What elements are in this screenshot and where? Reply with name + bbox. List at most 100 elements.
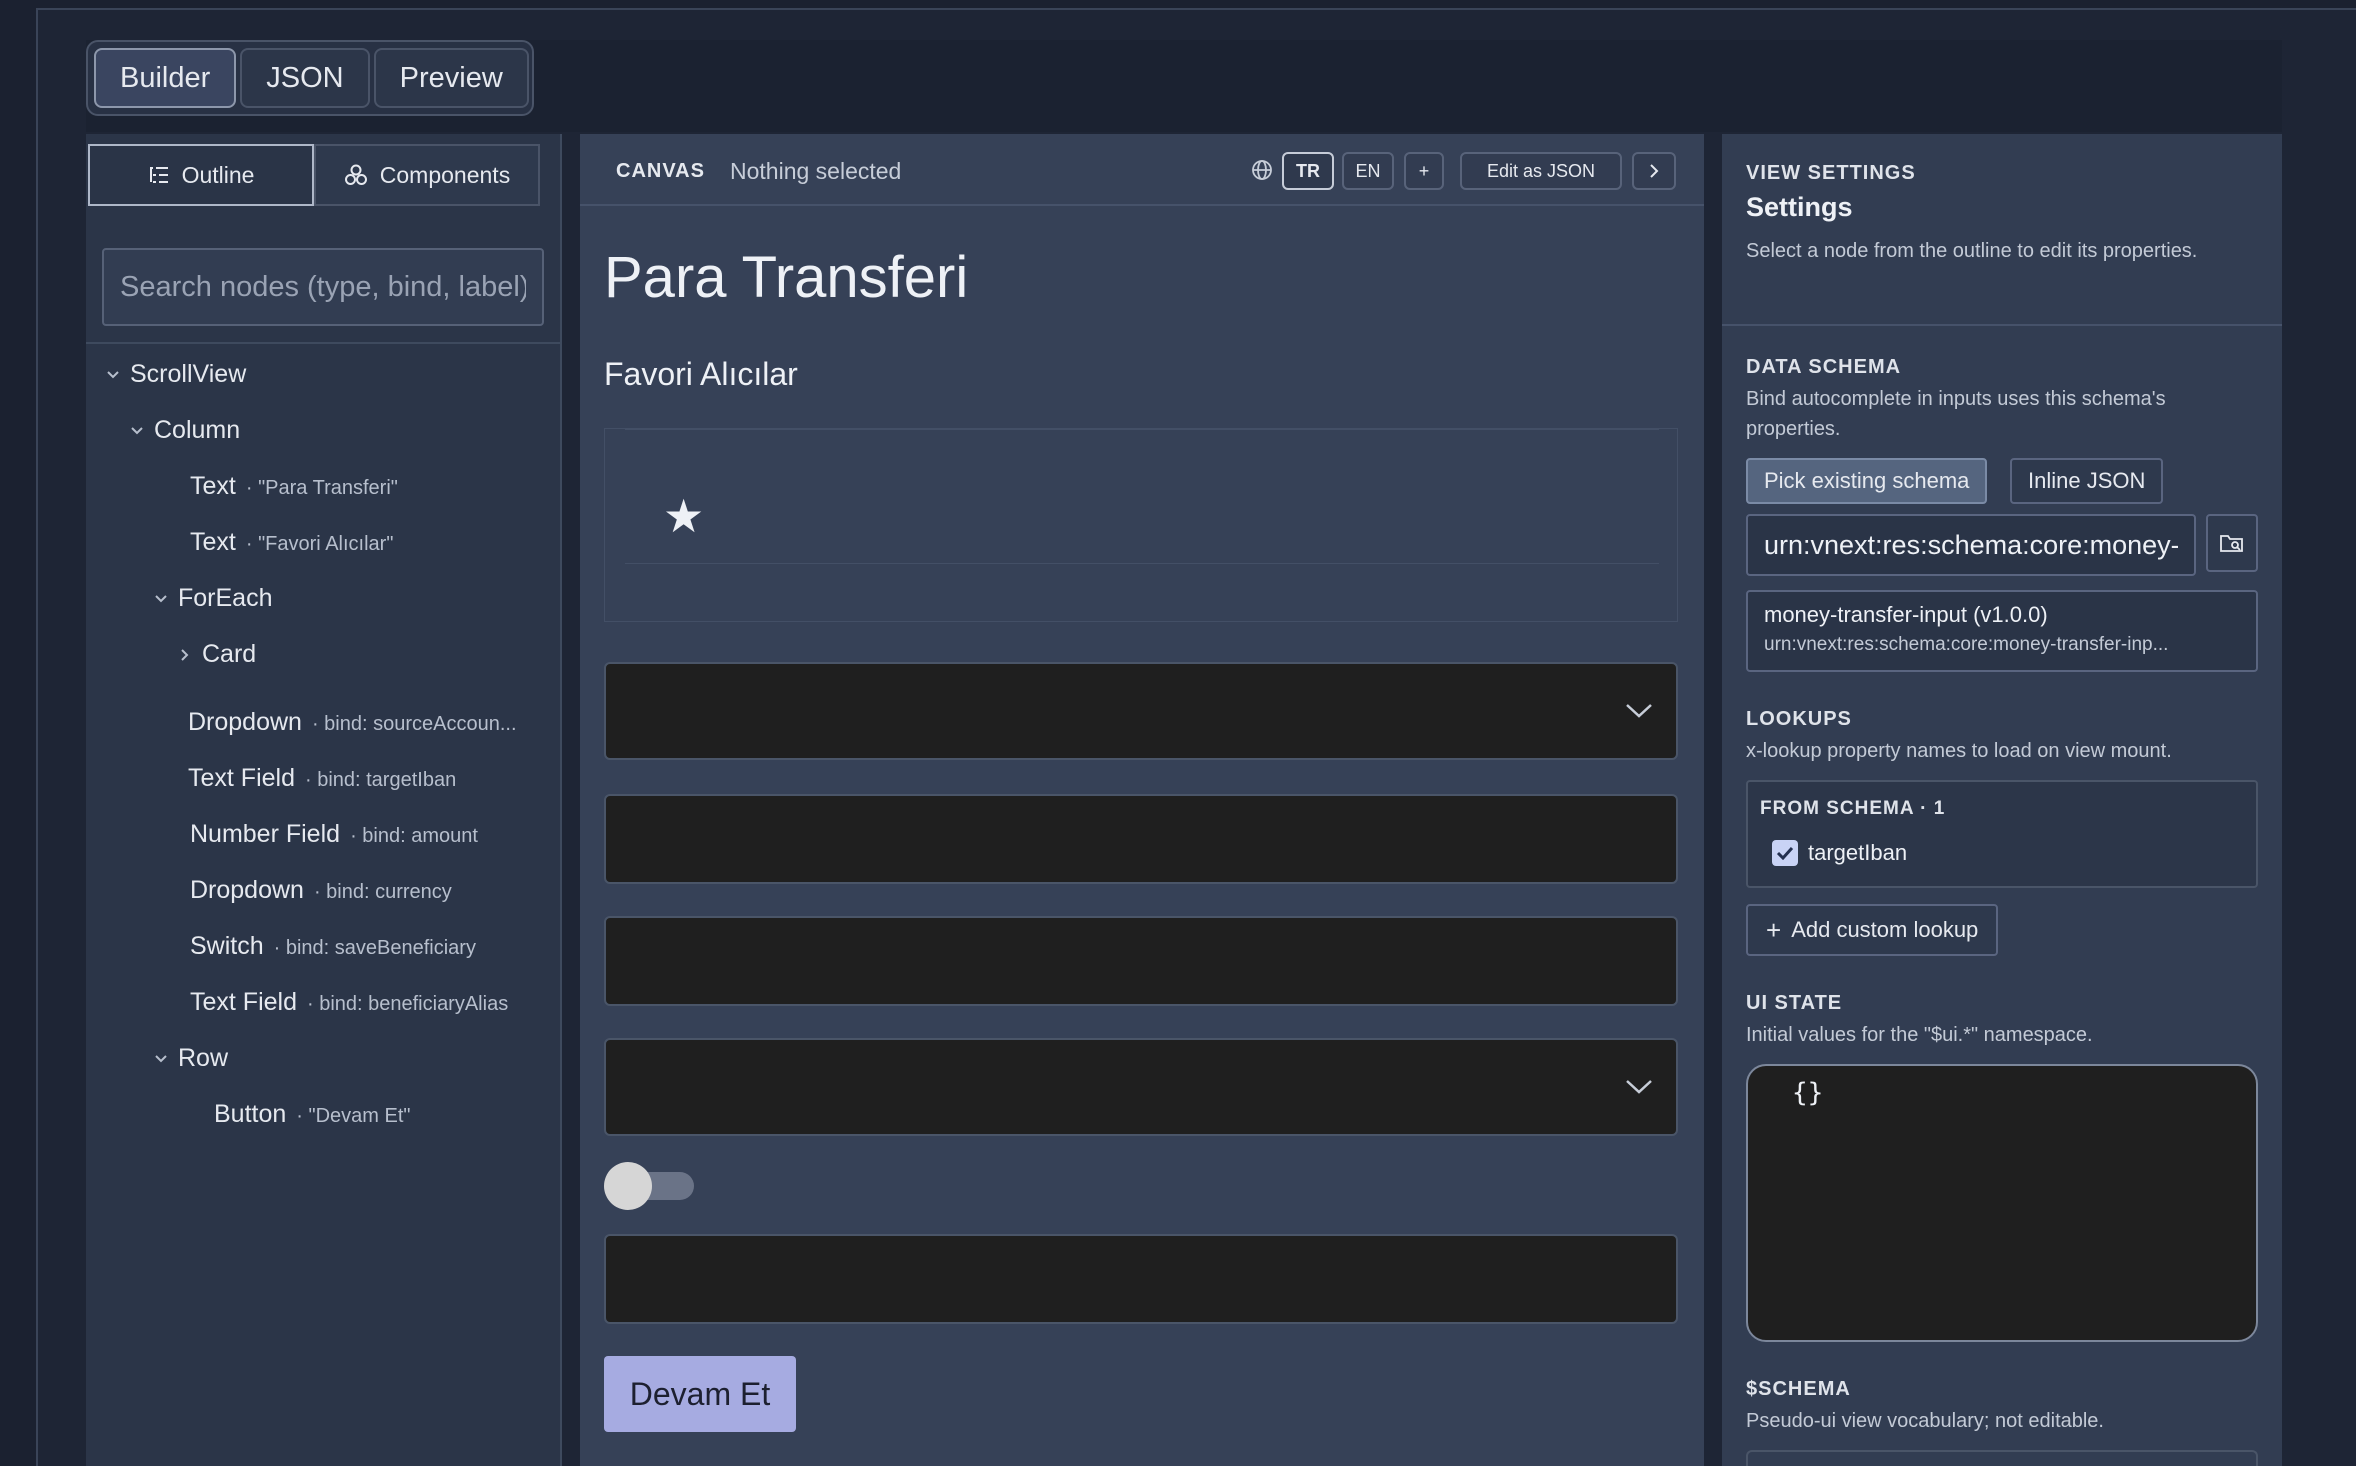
mode-switcher: Builder JSON Preview	[86, 40, 534, 116]
tree-node-type: Switch	[190, 932, 264, 960]
tree-node-scrollview[interactable]: ScrollView	[106, 360, 246, 389]
tree-node-textfield-alias[interactable]: Text Field · bind: beneficiaryAlias	[190, 988, 508, 1017]
tree-node-type: ForEach	[178, 584, 273, 612]
folder-search-icon	[2220, 535, 2243, 552]
tree-node-meta: · bind: currency	[313, 881, 452, 903]
pick-existing-schema-button[interactable]: Pick existing schema	[1746, 458, 1988, 504]
outline-icon	[149, 167, 168, 183]
data-schema-label: DATA SCHEMA	[1746, 356, 1902, 378]
chevron-down-icon[interactable]	[154, 1052, 168, 1066]
mode-json-button[interactable]: JSON	[240, 48, 370, 108]
add-custom-lookup-button[interactable]: + Add custom lookup	[1746, 904, 1999, 956]
schema-suggestion[interactable]: money-transfer-input (v1.0.0) urn:vnext:…	[1746, 590, 2258, 672]
tree-node-meta: · bind: amount	[350, 825, 478, 847]
tree-node-row[interactable]: Row	[154, 1044, 228, 1073]
schema-vocab-box	[1746, 1450, 2258, 1466]
add-custom-lookup-label: Add custom lookup	[1791, 917, 1979, 942]
tree-node-textfield-iban[interactable]: Text Field · bind: targetIban	[188, 764, 456, 793]
divider	[625, 563, 1659, 564]
chevron-right-icon[interactable]	[178, 648, 192, 662]
chevron-down-icon[interactable]	[130, 424, 144, 438]
target-iban-field[interactable]	[604, 794, 1678, 884]
section-subtitle: Favori Alıcılar	[604, 356, 798, 392]
tab-outline[interactable]: Outline	[88, 144, 314, 206]
lookup-checkbox[interactable]	[1772, 840, 1798, 866]
tree-node-type: Number Field	[190, 820, 341, 848]
tree-node-column[interactable]: Column	[130, 416, 240, 445]
edit-as-json-button[interactable]: Edit as JSON	[1460, 152, 1622, 190]
chevron-right-icon	[1650, 164, 1659, 178]
lookup-item-label: targetIban	[1808, 840, 1908, 865]
mode-builder-button[interactable]: Builder	[94, 48, 237, 108]
search-nodes-input[interactable]	[102, 248, 544, 326]
lang-tr-button[interactable]: TR	[1282, 152, 1334, 190]
schema-urn-input[interactable]	[1746, 514, 2196, 576]
amount-field[interactable]	[604, 916, 1678, 1006]
schema-vocab-label: $SCHEMA	[1746, 1378, 1851, 1400]
selection-status: Nothing selected	[730, 158, 902, 184]
divider	[1722, 324, 2282, 326]
tree-node-dropdown-source[interactable]: Dropdown · bind: sourceAccoun...	[188, 708, 517, 737]
tree-node-meta: · "Devam Et"	[296, 1105, 411, 1127]
lookups-list: FROM SCHEMA · 1 targetIban	[1746, 780, 2258, 888]
tree-node-meta: · bind: saveBeneficiary	[273, 937, 476, 959]
continue-button[interactable]: Devam Et	[604, 1356, 796, 1432]
settings-panel: VIEW SETTINGS Settings Select a node fro…	[1722, 134, 2282, 1466]
add-lang-button[interactable]: +	[1404, 152, 1444, 190]
settings-description: Select a node from the outline to edit i…	[1746, 240, 2198, 262]
divider	[86, 342, 560, 344]
check-icon	[1776, 846, 1794, 860]
page-title: Para Transferi	[604, 245, 969, 310]
tree-node-type: Dropdown	[188, 708, 302, 736]
tree-node-switch[interactable]: Switch · bind: saveBeneficiary	[190, 932, 476, 961]
left-tabs: Outline Components	[88, 144, 540, 206]
tree-node-text-subtitle[interactable]: Text · "Favori Alıcılar"	[190, 528, 393, 557]
ui-state-editor[interactable]: {}	[1746, 1064, 2258, 1342]
lang-en-button[interactable]: EN	[1342, 152, 1394, 190]
browse-schema-button[interactable]	[2206, 514, 2258, 572]
tree-node-type: Text	[190, 528, 236, 556]
currency-dropdown[interactable]	[604, 1038, 1678, 1136]
star-icon: ★	[663, 490, 705, 542]
tree-node-type: Dropdown	[190, 876, 304, 904]
chevron-down-icon[interactable]	[106, 368, 120, 382]
tree-node-numberfield-amount[interactable]: Number Field · bind: amount	[190, 820, 478, 849]
canvas-toolbar: CANVAS Nothing selected TR EN + Edit as …	[580, 134, 1704, 206]
tree-node-meta: · bind: sourceAccoun...	[311, 713, 517, 735]
tree-node-card[interactable]: Card	[178, 640, 256, 669]
tree-node-text-title[interactable]: Text · "Para Transferi"	[190, 472, 398, 501]
tree-node-foreach[interactable]: ForEach	[154, 584, 272, 613]
tree-node-meta: · bind: targetIban	[304, 769, 457, 791]
tree-node-type: Row	[178, 1044, 229, 1072]
view-settings-label: VIEW SETTINGS	[1746, 162, 1916, 184]
globe-icon	[1252, 160, 1272, 180]
schema-suggestion-name: money-transfer-input (v1.0.0)	[1764, 602, 2048, 627]
tree-node-type: Text Field	[190, 988, 297, 1016]
tab-components[interactable]: Components	[314, 144, 540, 206]
tree-node-button[interactable]: Button · "Devam Et"	[214, 1100, 411, 1129]
tree-node-meta: · bind: beneficiaryAlias	[306, 993, 509, 1015]
tree-node-type: Card	[202, 640, 257, 668]
chevron-down-icon	[1626, 704, 1652, 718]
beneficiary-alias-field[interactable]	[604, 1234, 1678, 1324]
lookups-description: x-lookup property names to load on view …	[1746, 740, 2172, 762]
source-account-dropdown[interactable]	[604, 662, 1678, 760]
mode-preview-button[interactable]: Preview	[373, 48, 529, 108]
tab-components-label: Components	[379, 161, 511, 188]
collapse-button[interactable]	[1632, 152, 1676, 190]
save-beneficiary-switch[interactable]	[604, 1162, 694, 1210]
tree-node-dropdown-currency[interactable]: Dropdown · bind: currency	[190, 876, 452, 905]
chevron-down-icon[interactable]	[154, 592, 168, 606]
inline-json-button[interactable]: Inline JSON	[2010, 458, 2164, 504]
components-icon	[344, 164, 367, 185]
chevron-down-icon	[1626, 1080, 1652, 1094]
schema-suggestion-urn: urn:vnext:res:schema:core:money-transfer…	[1764, 634, 2169, 655]
tree-node-meta: · "Para Transferi"	[245, 477, 398, 499]
favorites-card[interactable]: ★	[604, 428, 1678, 622]
canvas-panel: CANVAS Nothing selected TR EN + Edit as …	[580, 134, 1704, 1466]
schema-vocab-description: Pseudo-ui view vocabulary; not editable.	[1746, 1410, 2104, 1432]
tree-node-type: Text	[190, 472, 236, 500]
tree-node-type: Button	[214, 1100, 287, 1128]
tree-node-type: ScrollView	[130, 360, 247, 388]
tree-node-type: Text Field	[188, 764, 295, 792]
